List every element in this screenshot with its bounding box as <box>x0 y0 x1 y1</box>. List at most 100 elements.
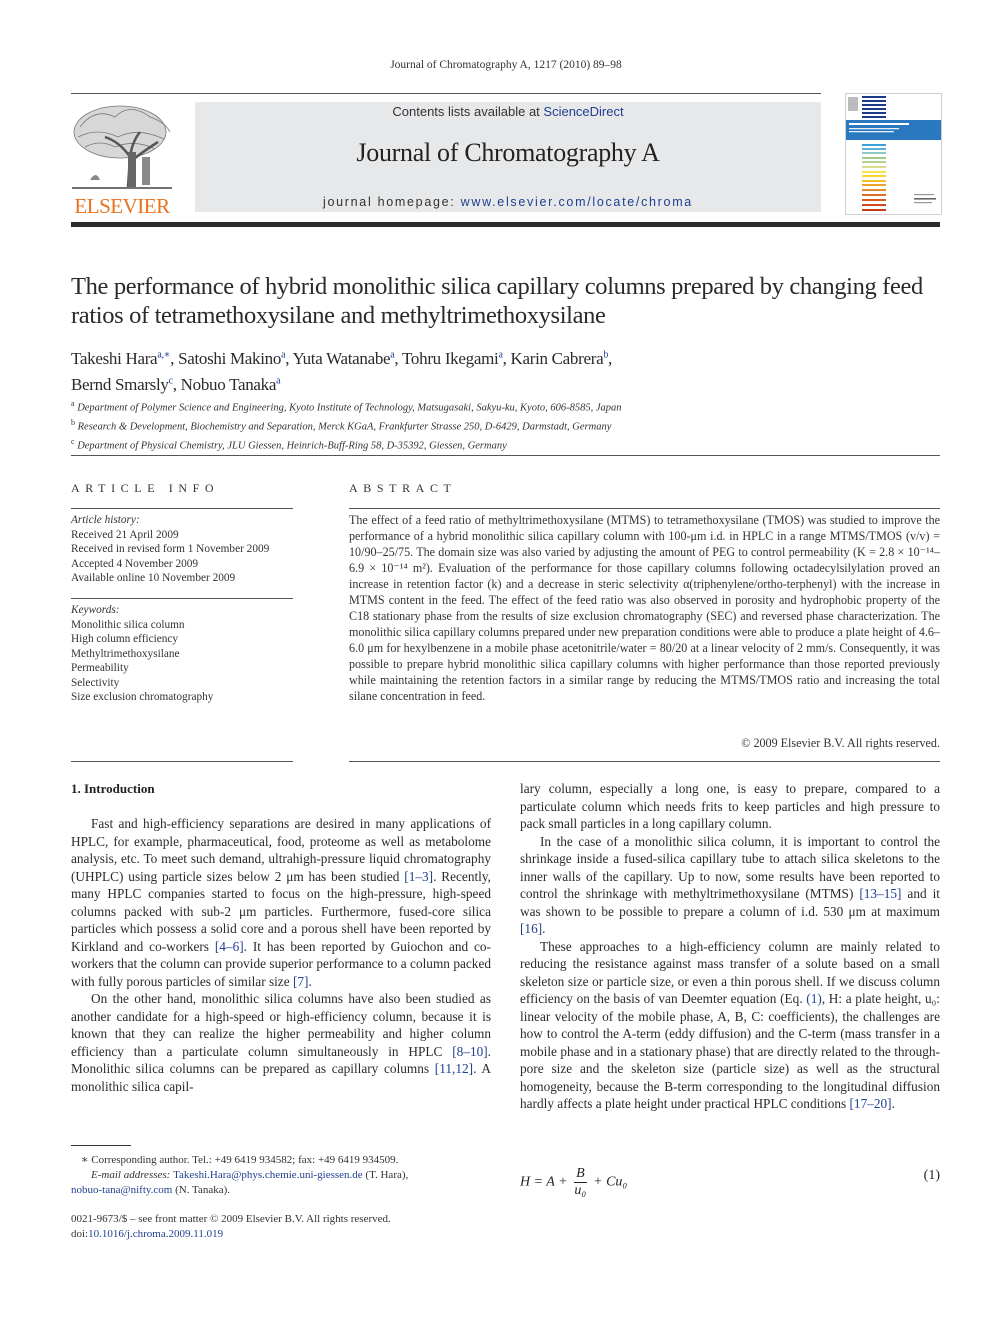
history-item: Received 21 April 2009 <box>71 528 179 541</box>
journal-cover-thumbnail[interactable] <box>845 93 942 215</box>
citation-link[interactable]: [7] <box>293 974 309 989</box>
citation-link[interactable]: [8–10] <box>452 1044 487 1059</box>
footnotes: ∗ Corresponding author. Tel.: +49 6419 9… <box>71 1153 501 1198</box>
citation-link[interactable]: [17–20] <box>850 1096 892 1111</box>
section-heading-introduction: 1. Introduction <box>71 781 155 796</box>
equation-numerator: B <box>574 1166 587 1183</box>
abstract-bottom-rule <box>349 761 940 762</box>
article-history: Article history: Received 21 April 2009 R… <box>71 513 293 586</box>
author-list: Takeshi Haraa,∗, Satoshi Makinoa, Yuta W… <box>71 343 941 396</box>
author-affiliation-marker[interactable]: a <box>276 376 280 387</box>
author: Takeshi Haraa,∗, <box>71 349 178 368</box>
author-name: Yuta Watanabe <box>292 348 391 368</box>
author-separator: , <box>172 375 181 395</box>
keyword-item: Methyltrimethoxysilane <box>71 647 180 660</box>
keyword-item: Size exclusion chromatography <box>71 691 214 703</box>
affiliation: c Department of Physical Chemistry, JLU … <box>71 435 941 454</box>
history-list: Received 21 April 2009 Received in revise… <box>71 528 293 586</box>
author-name: Bernd Smarsly <box>71 375 169 395</box>
email-line: E-mail addresses: Takeshi.Hara@phys.chem… <box>71 1168 501 1183</box>
author: Bernd Smarslyc, <box>71 375 181 394</box>
homepage-line: journal homepage: www.elsevier.com/locat… <box>195 195 821 209</box>
author-name: Satoshi Makino <box>178 348 282 368</box>
corresponding-author-note: ∗ Corresponding author. Tel.: +49 6419 9… <box>81 1154 399 1166</box>
abstract-top-rule <box>349 508 940 509</box>
history-item: Received in revised form 1 November 2009 <box>71 543 270 555</box>
keyword-item: Selectivity <box>71 676 120 689</box>
doi-prefix: doi: <box>71 1228 89 1240</box>
article-info-rule <box>71 508 293 509</box>
van-deemter-equation: H = A + Bu₀ + Cu₀ (1) <box>520 1160 940 1200</box>
elsevier-logo[interactable]: ELSEVIER <box>70 102 174 218</box>
author: Satoshi Makinoa, <box>178 349 292 368</box>
article-info-heading: ARTICLE INFO <box>71 481 220 495</box>
affiliation-text: Department of Physical Chemistry, JLU Gi… <box>74 440 507 452</box>
citation-link[interactable]: [16] <box>520 921 542 936</box>
keywords-rule <box>71 598 293 599</box>
author: Tohru Ikegamia, <box>402 349 510 368</box>
keywords-label: Keywords: <box>71 604 120 616</box>
equation-fraction: Bu₀ <box>574 1166 587 1199</box>
history-item: Accepted 4 November 2009 <box>71 557 199 570</box>
citation-link[interactable]: [11,12] <box>435 1061 473 1076</box>
citation-link[interactable]: [13–15] <box>859 886 901 901</box>
body-paragraph: On the other hand, monolithic silica col… <box>71 991 491 1094</box>
author-name: Nobuo Tanaka <box>180 375 277 395</box>
body-column-left: Fast and high-efficiency separations are… <box>71 815 491 1095</box>
equation-rhs: + Cu₀ <box>589 1174 628 1190</box>
journal-masthead: Contents lists available at ScienceDirec… <box>195 102 821 212</box>
tree-icon <box>72 105 172 189</box>
article-info-bottom-rule <box>71 761 293 762</box>
author-name: Tohru Ikegami <box>402 348 499 368</box>
doi-line: doi:10.1016/j.chroma.2009.11.019 <box>71 1227 501 1242</box>
article-title: The performance of hybrid monolithic sil… <box>71 273 923 329</box>
author-affiliation-marker[interactable]: a,∗ <box>157 349 170 360</box>
body-paragraph: Fast and high-efficiency separations are… <box>71 816 491 989</box>
author-separator: , <box>608 348 612 368</box>
title-divider <box>71 455 940 456</box>
publisher-wordmark: ELSEVIER <box>74 194 170 218</box>
email-link-hara[interactable]: Takeshi.Hara@phys.chemie.uni-giessen.de <box>173 1169 363 1181</box>
citation-link[interactable]: [1–3] <box>404 869 433 884</box>
abstract-heading: ABSTRACT <box>349 481 457 495</box>
email-line-2: nobuo-tana@nifty.com (N. Tanaka). <box>71 1183 501 1198</box>
cover-image-icon <box>846 96 941 211</box>
keyword-list: Monolithic silica column High column effi… <box>71 618 293 705</box>
email-owner-hara: (T. Hara), <box>362 1169 409 1181</box>
keyword-item: Permeability <box>71 662 129 674</box>
email-label: E-mail addresses: <box>91 1169 174 1181</box>
email-owner-tanaka: (N. Tanaka). <box>172 1184 231 1196</box>
history-item: Available online 10 November 2009 <box>71 572 236 584</box>
affiliation-list: a Department of Polymer Science and Engi… <box>71 397 941 454</box>
running-head: Journal of Chromatography A, 1217 (2010)… <box>390 59 622 71</box>
citation-link[interactable]: (1) <box>806 991 822 1006</box>
author-name: Takeshi Hara <box>71 348 158 368</box>
sciencedirect-link[interactable]: ScienceDirect <box>543 104 623 119</box>
author-separator: , <box>170 348 179 368</box>
doi-link[interactable]: 10.1016/j.chroma.2009.11.019 <box>88 1228 223 1240</box>
author: Karin Cabrerab, <box>510 349 612 368</box>
abstract-text: The effect of a feed ratio of methyltrim… <box>349 513 940 703</box>
affiliation-text: Department of Polymer Science and Engine… <box>74 402 622 414</box>
abstract-copyright: © 2009 Elsevier B.V. All rights reserved… <box>741 736 940 750</box>
citation-link[interactable]: [4–6] <box>215 939 244 954</box>
journal-name: Journal of Chromatography A <box>356 138 660 167</box>
contents-line: Contents lists available at ScienceDirec… <box>195 104 821 119</box>
affiliation: b Research & Development, Biochemistry a… <box>71 416 941 435</box>
contents-prefix: Contents lists available at <box>392 104 544 119</box>
masthead-top-rule <box>71 93 821 94</box>
affiliation: a Department of Polymer Science and Engi… <box>71 397 941 416</box>
keyword-item: Monolithic silica column <box>71 618 185 631</box>
equation-lhs: H = A + <box>520 1174 572 1190</box>
email-link-tanaka[interactable]: nobuo-tana@nifty.com <box>71 1184 172 1196</box>
masthead-divider <box>71 222 940 227</box>
homepage-prefix: journal homepage: <box>323 195 461 209</box>
body-paragraph: In the case of a monolithic silica colum… <box>520 833 940 937</box>
author: Yuta Watanabea, <box>292 349 402 368</box>
affiliation-text: Research & Development, Biochemistry and… <box>75 421 612 433</box>
keyword-item: High column efficiency <box>71 633 179 645</box>
homepage-link[interactable]: www.elsevier.com/locate/chroma <box>461 195 693 209</box>
author-name: Karin Cabrera <box>510 348 604 368</box>
body-column-right: lary column, especially a long one, is e… <box>520 780 940 1113</box>
author: Nobuo Tanakaa <box>181 375 281 394</box>
